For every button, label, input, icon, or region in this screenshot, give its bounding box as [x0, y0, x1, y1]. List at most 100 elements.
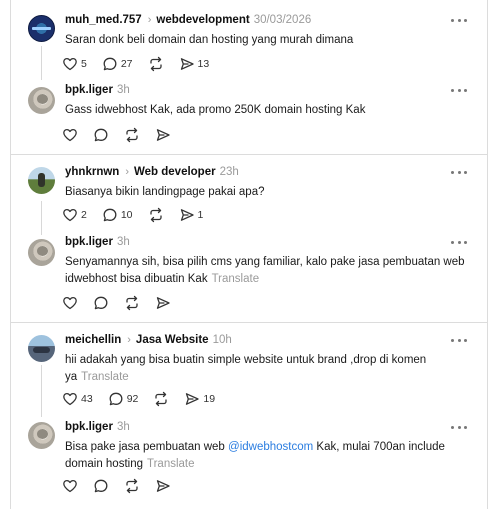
reply-header: bpk.liger 3h — [65, 234, 473, 250]
comment-button[interactable] — [93, 127, 109, 143]
username[interactable]: bpk.liger — [65, 236, 113, 248]
timestamp: 3h — [116, 421, 130, 433]
like-count: 5 — [81, 58, 87, 70]
more-icon[interactable] — [451, 419, 467, 435]
community-link[interactable]: webdevelopment — [156, 14, 249, 26]
comment-icon — [93, 127, 109, 143]
reply[interactable]: bpk.liger 3h Gass idwebhost Kak, ada pro… — [11, 82, 487, 119]
repost-button[interactable] — [124, 295, 140, 311]
share-icon — [184, 391, 200, 407]
avatar[interactable] — [28, 422, 55, 449]
avatar[interactable] — [28, 15, 55, 42]
more-icon[interactable] — [451, 82, 467, 98]
comment-button[interactable] — [93, 295, 109, 311]
more-icon[interactable] — [451, 12, 467, 28]
avatar[interactable] — [28, 335, 55, 362]
post-text: Saran donk beli domain dan hosting yang … — [65, 34, 354, 46]
mention-link[interactable]: @idwebhostcom — [228, 441, 313, 453]
share-icon — [179, 207, 195, 223]
share-button[interactable]: 13 — [179, 56, 210, 72]
comment-count: 10 — [120, 209, 133, 221]
heart-icon — [62, 391, 78, 407]
avatar[interactable] — [28, 87, 55, 114]
reply-body: Senyamannya sih, bisa pilih cms yang fam… — [65, 256, 465, 285]
comment-button[interactable]: 27 — [102, 56, 133, 72]
post[interactable]: yhnkrnwn › Web developer 23h Biasanya bi… — [11, 164, 487, 201]
repost-icon — [148, 207, 164, 223]
reply[interactable]: bpk.liger 3h Senyamannya sih, bisa pilih… — [11, 234, 487, 287]
username[interactable]: yhnkrnwn — [65, 166, 119, 178]
like-button[interactable] — [62, 127, 78, 143]
post-header: yhnkrnwn › Web developer 23h — [65, 164, 473, 180]
like-button[interactable]: 2 — [62, 207, 87, 223]
translate-link[interactable]: Translate — [147, 458, 195, 470]
heart-icon — [62, 56, 78, 72]
username[interactable]: meichellin — [65, 334, 121, 346]
username[interactable]: bpk.liger — [65, 84, 113, 96]
like-button[interactable] — [62, 478, 78, 494]
more-icon[interactable] — [451, 164, 467, 180]
reply-actions — [62, 126, 473, 144]
repost-button[interactable] — [124, 478, 140, 494]
comment-count: 92 — [126, 393, 139, 405]
repost-button[interactable] — [148, 56, 164, 72]
more-icon[interactable] — [451, 234, 467, 250]
post-header: muh_med.757 › webdevelopment 30/03/2026 — [65, 12, 473, 28]
repost-button[interactable] — [124, 127, 140, 143]
share-button[interactable]: 1 — [179, 207, 203, 223]
like-button[interactable]: 43 — [62, 391, 93, 407]
username[interactable]: bpk.liger — [65, 421, 113, 433]
post[interactable]: muh_med.757 › webdevelopment 30/03/2026 … — [11, 12, 487, 49]
community-link[interactable]: Web developer — [134, 166, 216, 178]
timestamp: 10h — [212, 334, 232, 346]
share-button[interactable]: 19 — [184, 391, 215, 407]
post-actions: 5 27 13 — [62, 55, 473, 73]
share-count: 13 — [197, 58, 210, 70]
translate-link[interactable]: Translate — [212, 273, 260, 285]
avatar[interactable] — [28, 239, 55, 266]
reply-actions — [62, 477, 473, 495]
reply-body: Bisa pake jasa pembuatan web — [65, 441, 229, 453]
like-count: 43 — [81, 393, 93, 405]
post-actions-row: 2 10 1 — [11, 206, 487, 224]
reply-actions-row — [11, 477, 487, 495]
like-button[interactable]: 5 — [62, 56, 87, 72]
username[interactable]: muh_med.757 — [65, 14, 142, 26]
reply-text: Bisa pake jasa pembuatan web @idwebhostc… — [65, 439, 473, 472]
comment-icon — [102, 56, 118, 72]
repost-icon — [124, 127, 140, 143]
translate-link[interactable]: Translate — [81, 371, 129, 383]
timestamp: 23h — [219, 166, 239, 178]
reply-actions — [62, 294, 473, 312]
share-button[interactable] — [155, 478, 171, 494]
thread: meichellin › Jasa Website 10h hii adakah… — [11, 323, 487, 509]
avatar[interactable] — [28, 167, 55, 194]
comment-button[interactable] — [93, 478, 109, 494]
like-button[interactable] — [62, 295, 78, 311]
comment-icon — [93, 478, 109, 494]
comment-count: 27 — [120, 58, 133, 70]
post-actions: 2 10 1 — [62, 206, 473, 224]
repost-button[interactable] — [148, 207, 164, 223]
share-button[interactable] — [155, 295, 171, 311]
repost-button[interactable] — [153, 391, 169, 407]
reply[interactable]: bpk.liger 3h Bisa pake jasa pembuatan we… — [11, 419, 487, 472]
comment-icon — [93, 295, 109, 311]
comment-button[interactable]: 92 — [108, 391, 139, 407]
repost-icon — [124, 478, 140, 494]
heart-icon — [62, 127, 78, 143]
post[interactable]: meichellin › Jasa Website 10h hii adakah… — [11, 332, 487, 385]
thread: yhnkrnwn › Web developer 23h Biasanya bi… — [11, 155, 487, 323]
reply-header: bpk.liger 3h — [65, 82, 473, 98]
more-icon[interactable] — [451, 332, 467, 348]
share-button[interactable] — [155, 127, 171, 143]
feed-panel: muh_med.757 › webdevelopment 30/03/2026 … — [10, 0, 488, 509]
timestamp: 3h — [116, 84, 130, 96]
comment-button[interactable]: 10 — [102, 207, 133, 223]
repost-icon — [124, 295, 140, 311]
share-icon — [155, 295, 171, 311]
repost-icon — [148, 56, 164, 72]
community-link[interactable]: Jasa Website — [136, 334, 209, 346]
like-count: 2 — [81, 209, 87, 221]
heart-icon — [62, 207, 78, 223]
